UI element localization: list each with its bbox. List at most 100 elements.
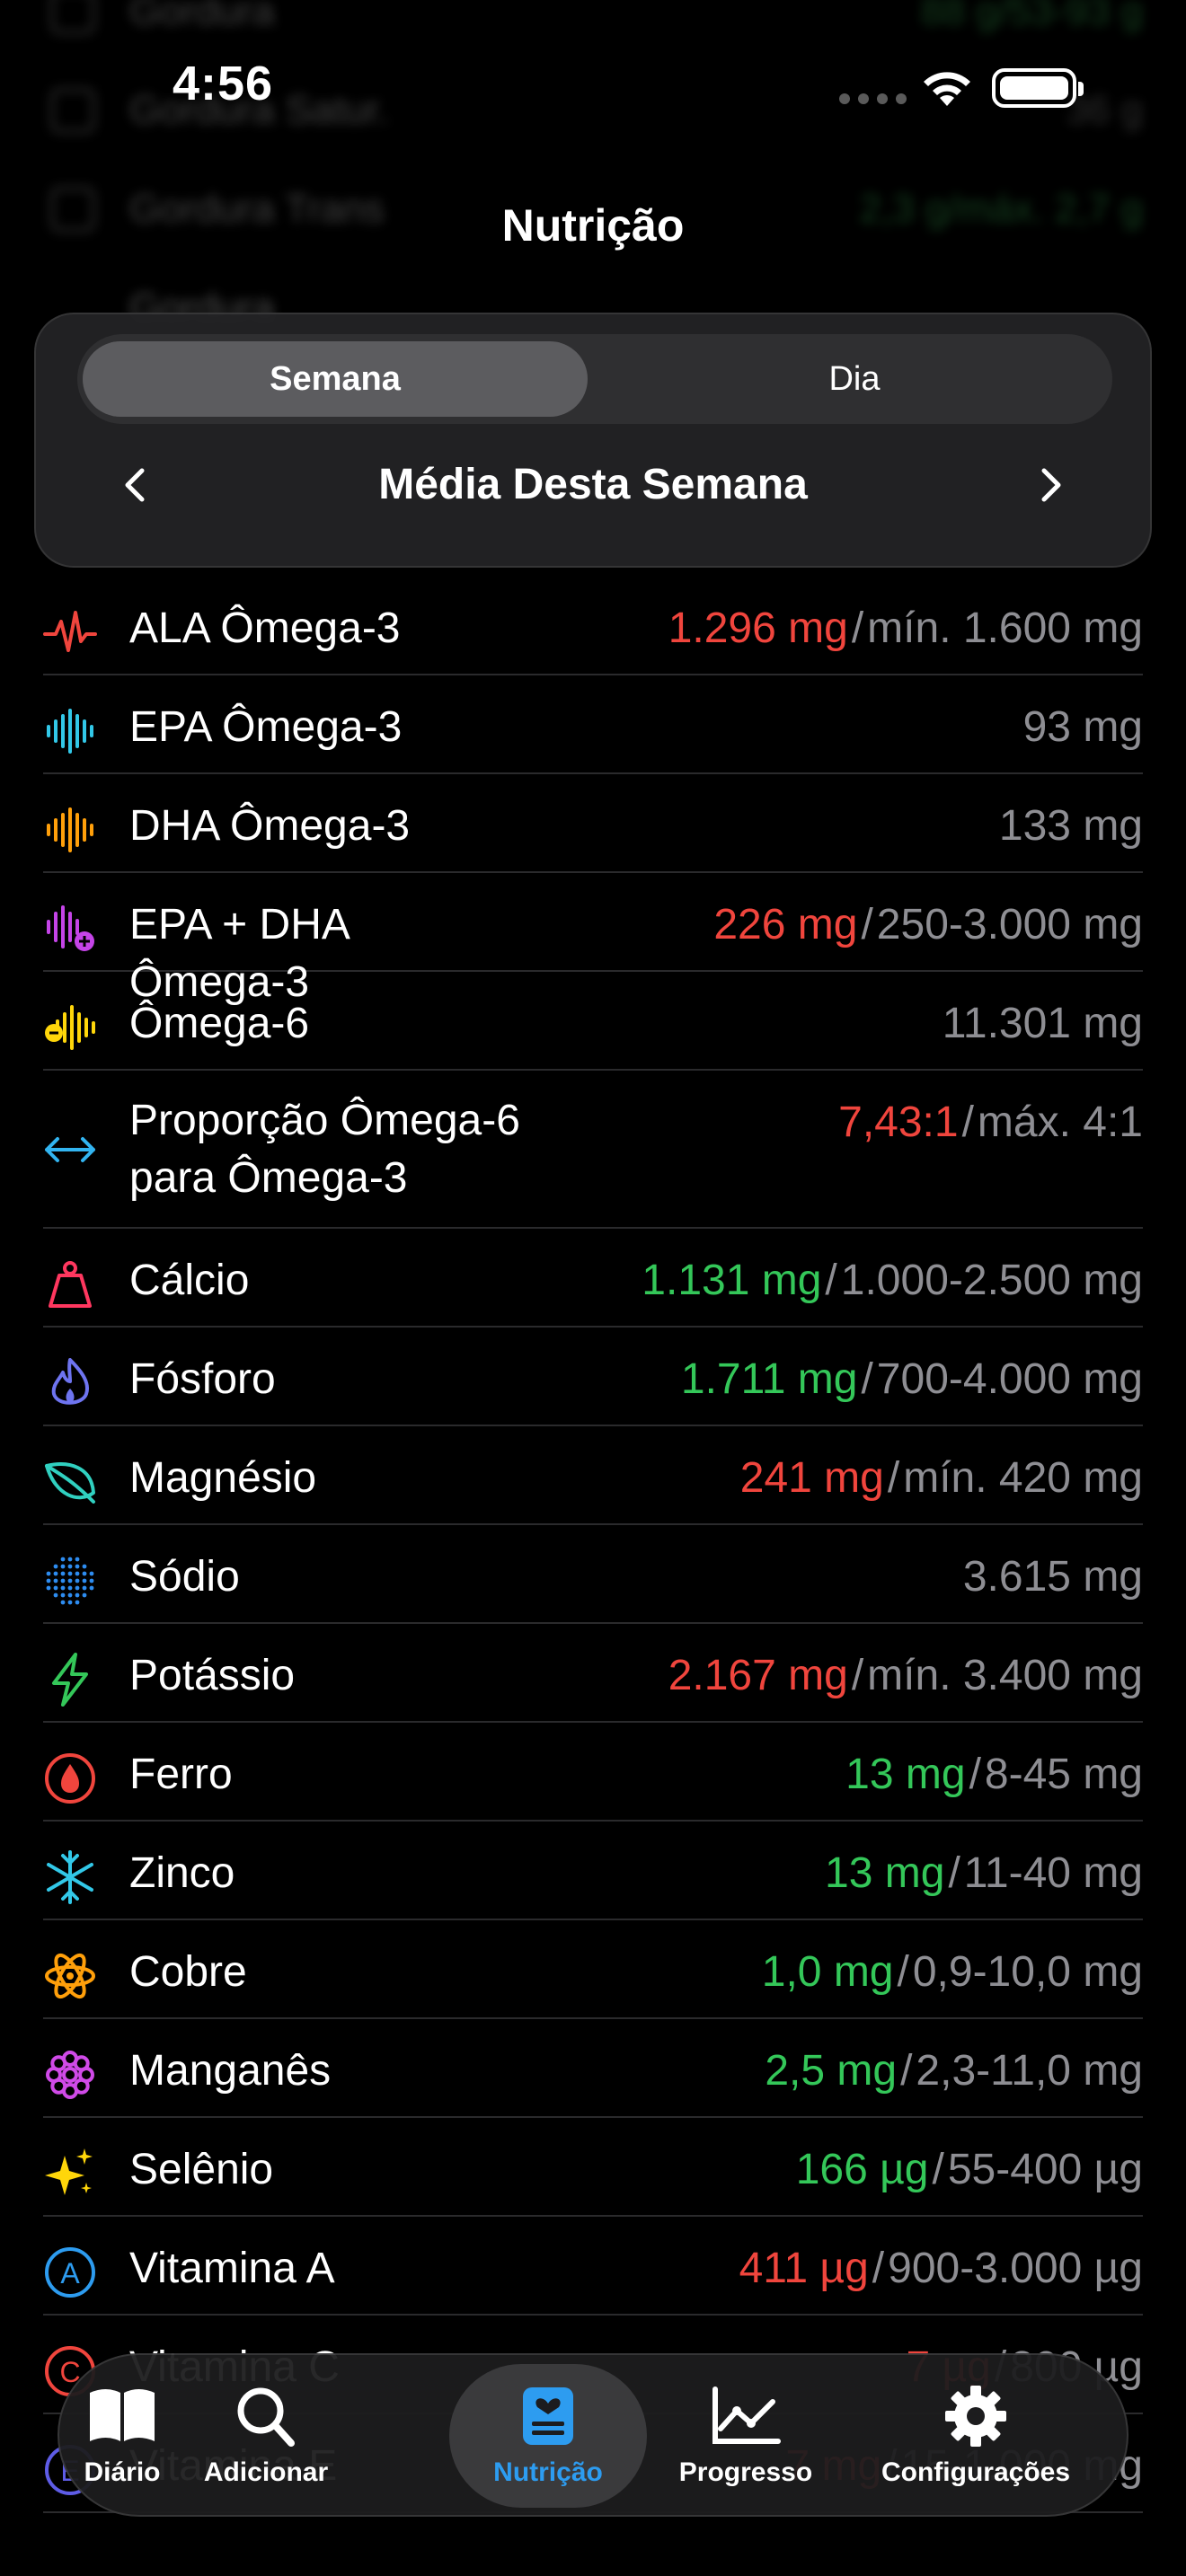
nutrient-row[interactable]: Manganês 2,5 mg/2,3-11,0 mg <box>43 2019 1143 2118</box>
nutrient-value: 166 µg/55-400 µg <box>796 2141 1143 2199</box>
nutrient-amount: 133 mg <box>998 802 1143 850</box>
value-separator: / <box>861 1355 873 1403</box>
flame-icon <box>51 1358 89 1405</box>
nutrient-target: 0,9-10,0 mg <box>912 1948 1143 1996</box>
nutrient-value: 241 mg/mín. 420 mg <box>740 1450 1143 1507</box>
nutrient-value: 133 mg <box>999 798 1143 855</box>
nutrient-row[interactable]: Potássio 2.167 mg/mín. 3.400 mg <box>43 1624 1143 1723</box>
nutrient-target: 8-45 mg <box>984 1751 1143 1798</box>
nutrient-label: Magnésio <box>129 1454 317 1502</box>
bolt-icon <box>52 1653 88 1707</box>
nutrient-value: 7,43:1/máx. 4:1 <box>838 1094 1143 1151</box>
wifi-icon <box>924 72 970 106</box>
nutrient-target: máx. 4:1 <box>977 1098 1143 1146</box>
battery-icon <box>992 68 1084 108</box>
nutrient-value: 11.301 mg <box>943 995 1143 1053</box>
nutrient-amount: 2,5 mg <box>765 2047 898 2095</box>
dots-circle-icon <box>46 1557 94 1605</box>
atom-icon <box>45 1953 95 1999</box>
nutrient-target: 55-400 µg <box>947 2146 1143 2193</box>
nutrient-value: 13 mg/11-40 mg <box>825 1845 1143 1902</box>
tab-dia[interactable]: Dia <box>602 341 1107 417</box>
nutrient-target: mín. 420 mg <box>903 1454 1143 1502</box>
value-separator: / <box>861 901 873 948</box>
nutrient-amount: 93 mg <box>1022 703 1143 751</box>
nutrient-label: Vitamina A <box>129 2245 335 2292</box>
period-title: Média Desta Semana <box>378 461 808 508</box>
nutrient-row[interactable]: Cálcio 1.131 mg/1.000-2.500 mg <box>43 1229 1143 1328</box>
nutrient-row[interactable]: EPA + DHA Ômega-3 226 mg/250-3.000 mg <box>43 873 1143 1006</box>
nutrient-value: 1.711 mg/700-4.000 mg <box>681 1351 1143 1408</box>
nutrient-label: Ferro <box>129 1751 233 1798</box>
nutrient-row[interactable]: ALA Ômega-3 1.296 mg/mín. 1.600 mg <box>43 577 1143 675</box>
nutrient-amount: 1.711 mg <box>680 1355 858 1403</box>
tab-progresso[interactable]: Progresso <box>665 2364 827 2508</box>
tab-semana[interactable]: Semana <box>83 341 588 417</box>
tab-diario[interactable]: Diário <box>68 2364 176 2508</box>
cellular-signal-icon <box>839 93 907 104</box>
nutrient-label: Fósforo <box>129 1355 276 1403</box>
nutrient-row[interactable]: Zinco 13 mg/11-40 mg <box>43 1822 1143 1920</box>
nutrient-amount: 1.131 mg <box>642 1257 822 1304</box>
nutrient-row[interactable]: Magnésio 241 mg/mín. 420 mg <box>43 1426 1143 1525</box>
snowflake-icon <box>47 1850 93 1904</box>
nutrient-amount: 3.615 mg <box>962 1553 1143 1601</box>
value-separator: / <box>887 1454 900 1502</box>
value-separator: / <box>872 2245 885 2292</box>
nutrient-label: DHA Ômega-3 <box>129 802 411 850</box>
status-bar: 4:56 <box>0 0 1186 171</box>
nutrient-row[interactable]: Fósforo 1.711 mg/700-4.000 mg <box>43 1328 1143 1426</box>
nutrient-label: Manganês <box>129 2047 332 2095</box>
nutrient-row[interactable]: DHA Ômega-3 133 mg <box>43 774 1143 873</box>
nutrient-value: 226 mg/250-3.000 mg <box>713 896 1143 954</box>
tab-configuracoes[interactable]: Configurações <box>868 2364 1084 2508</box>
nutrient-value: 1.131 mg/1.000-2.500 mg <box>642 1252 1143 1310</box>
nutrient-value: 3.615 mg <box>963 1548 1143 1606</box>
nutrient-row[interactable]: EPA Ômega-3 93 mg <box>43 675 1143 774</box>
nutrient-target: 900-3.000 µg <box>888 2245 1143 2292</box>
arrow-left-right-icon <box>45 1137 95 1162</box>
value-separator: / <box>969 1751 981 1798</box>
tab-adicionar[interactable]: Adicionar <box>185 2364 347 2508</box>
nutrient-target: 2,3-11,0 mg <box>916 2047 1143 2095</box>
nutrient-row[interactable]: A Vitamina A 411 µg/900-3.000 µg <box>43 2217 1143 2316</box>
sparkles-icon <box>45 2148 93 2195</box>
wave-pulse-icon <box>43 611 97 652</box>
value-separator: / <box>851 1652 864 1699</box>
nutrient-amount: 166 µg <box>795 2146 929 2193</box>
nutrient-target: 1.000-2.500 mg <box>840 1257 1143 1304</box>
nutrient-label: Proporção Ômega-6 para Ômega-3 <box>129 1097 520 1202</box>
nutrient-value: 2,5 mg/2,3-11,0 mg <box>765 2042 1143 2100</box>
nutrient-row[interactable]: Ferro 13 mg/8-45 mg <box>43 1723 1143 1822</box>
svg-text:A: A <box>60 2257 80 2289</box>
waveform-icon <box>47 807 93 852</box>
value-separator: / <box>897 1948 909 1996</box>
waveform-minus-icon <box>45 1005 95 1050</box>
value-separator: / <box>825 1257 837 1304</box>
nutrient-target: mín. 1.600 mg <box>867 604 1143 652</box>
nutrient-value: 93 mg <box>1023 699 1143 756</box>
nutrient-value: 13 mg/8-45 mg <box>845 1746 1143 1804</box>
nutrient-row[interactable]: Proporção Ômega-6 para Ômega-3 7,43:1/máx… <box>43 1071 1143 1229</box>
status-time: 4:56 <box>173 57 274 110</box>
nutrient-amount: 1,0 mg <box>761 1948 894 1996</box>
nutrient-row[interactable]: Sódio 3.615 mg <box>43 1525 1143 1624</box>
nutrient-value: 1.296 mg/mín. 1.600 mg <box>668 600 1143 657</box>
flower-icon <box>46 2051 94 2099</box>
tab-nutricao[interactable]: Nutrição <box>449 2364 647 2508</box>
drop-circle-icon <box>45 1753 95 1804</box>
nutrient-row[interactable]: Cobre 1,0 mg/0,9-10,0 mg <box>43 1920 1143 2019</box>
chevron-right-icon[interactable] <box>1030 465 1069 505</box>
nutrient-value: 2.167 mg/mín. 3.400 mg <box>668 1647 1143 1705</box>
nutrient-amount: 226 mg <box>713 901 858 948</box>
nutrient-target: 11-40 mg <box>963 1849 1143 1897</box>
nutrient-row[interactable]: Ômega-6 11.301 mg <box>43 972 1143 1071</box>
value-separator: / <box>948 1849 960 1897</box>
period-segmented-control: Semana Dia <box>77 334 1112 424</box>
waveform-icon <box>47 709 93 754</box>
nutrient-label: ALA Ômega-3 <box>129 604 401 652</box>
chart-line-icon <box>712 2386 781 2444</box>
nutrient-amount: 241 mg <box>739 1454 884 1502</box>
nutrient-value: 1,0 mg/0,9-10,0 mg <box>762 1944 1143 2001</box>
nutrient-row[interactable]: Selênio 166 µg/55-400 µg <box>43 2118 1143 2217</box>
